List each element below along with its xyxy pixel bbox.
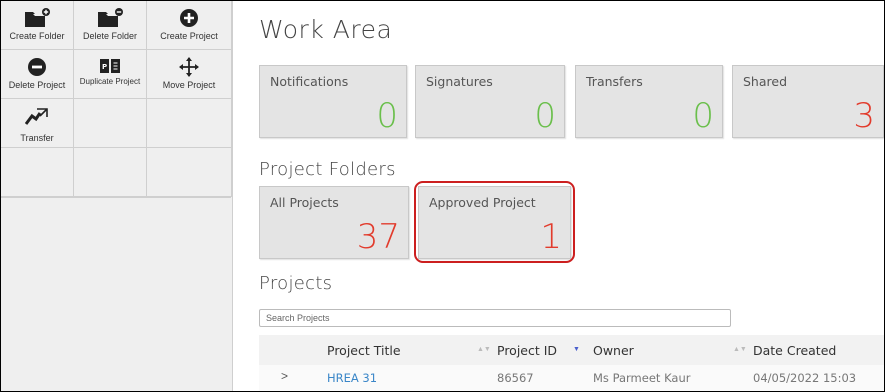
delete-project-button[interactable]: Delete Project bbox=[1, 50, 74, 99]
card-label: Notifications bbox=[270, 74, 349, 89]
card-count: 37 bbox=[356, 217, 400, 257]
card-label: Transfers bbox=[586, 74, 643, 89]
project-folders-heading: Project Folders bbox=[259, 159, 396, 180]
delete-project-label: Delete Project bbox=[8, 80, 66, 90]
transfers-card[interactable]: Transfers 0 bbox=[575, 65, 723, 138]
duplicate-project-button[interactable]: P Duplicate Project bbox=[74, 50, 147, 99]
owner-cell: Ms Parmeet Kaur bbox=[593, 371, 691, 385]
toolbar-blank-area bbox=[1, 197, 231, 391]
card-count: 0 bbox=[534, 96, 556, 136]
toolbar-empty-cell bbox=[74, 99, 147, 148]
folder-minus-icon bbox=[74, 7, 146, 29]
create-folder-label: Create Folder bbox=[9, 31, 65, 41]
create-project-label: Create Project bbox=[160, 31, 218, 41]
projects-heading: Projects bbox=[259, 273, 333, 294]
card-label: Signatures bbox=[426, 74, 493, 89]
search-projects-input[interactable] bbox=[259, 309, 731, 327]
projects-table-header: Project Title ▲▼ Project ID ▼ Owner ▲▼ D… bbox=[259, 335, 884, 366]
duplicate-icon: P bbox=[74, 56, 146, 78]
delete-folder-label: Delete Folder bbox=[82, 31, 138, 41]
page-title: Work Area bbox=[259, 15, 393, 44]
card-label: Shared bbox=[743, 74, 788, 89]
transfer-label: Transfer bbox=[20, 133, 54, 143]
transfer-icon bbox=[1, 105, 73, 127]
duplicate-project-label: Duplicate Project bbox=[79, 77, 141, 86]
sort-icon[interactable]: ▲▼ bbox=[733, 346, 747, 353]
date-created-cell: 04/05/2022 15:03 bbox=[753, 371, 857, 385]
approved-project-card[interactable]: Approved Project 1 bbox=[418, 186, 571, 259]
minus-circle-icon bbox=[1, 56, 73, 78]
column-header-project-id[interactable]: Project ID bbox=[497, 343, 557, 358]
column-header-date-created[interactable]: Date Created bbox=[753, 343, 836, 358]
toolbar-empty-cell bbox=[147, 99, 232, 148]
shared-card[interactable]: Shared 3 bbox=[732, 65, 884, 138]
card-count: 0 bbox=[692, 96, 714, 136]
delete-folder-button[interactable]: Delete Folder bbox=[74, 1, 147, 50]
sort-icon[interactable]: ▲▼ bbox=[477, 346, 491, 353]
card-count: 1 bbox=[540, 217, 562, 257]
project-toolbar: Create Folder Delete Folder Create Proje… bbox=[1, 1, 233, 391]
plus-circle-icon bbox=[147, 7, 231, 29]
create-project-button[interactable]: Create Project bbox=[147, 1, 232, 50]
main-content: Work Area Notifications 0 Signatures 0 T… bbox=[233, 1, 884, 391]
toolbar-empty-cell bbox=[1, 148, 74, 197]
notifications-card[interactable]: Notifications 0 bbox=[259, 65, 407, 138]
sort-desc-icon[interactable]: ▼ bbox=[573, 346, 580, 353]
column-header-project-title[interactable]: Project Title bbox=[327, 343, 401, 358]
card-label: All Projects bbox=[270, 195, 339, 210]
move-arrows-icon bbox=[147, 56, 231, 78]
project-id-cell: 86567 bbox=[497, 371, 534, 385]
expand-row-chevron-icon[interactable]: > bbox=[281, 369, 288, 383]
project-title-link[interactable]: HREA 31 bbox=[327, 371, 377, 385]
app-window: Create Folder Delete Folder Create Proje… bbox=[0, 0, 885, 392]
card-count: 0 bbox=[376, 96, 398, 136]
folder-plus-icon bbox=[1, 7, 73, 29]
column-header-owner[interactable]: Owner bbox=[593, 343, 634, 358]
toolbar-empty-cell bbox=[147, 148, 232, 197]
all-projects-card[interactable]: All Projects 37 bbox=[259, 186, 409, 259]
table-row[interactable]: > HREA 31 86567 Ms Parmeet Kaur 04/05/20… bbox=[259, 365, 884, 391]
card-label: Approved Project bbox=[429, 195, 536, 210]
toolbar-empty-cell bbox=[74, 148, 147, 197]
move-project-label: Move Project bbox=[162, 80, 216, 90]
signatures-card[interactable]: Signatures 0 bbox=[415, 65, 565, 138]
transfer-button[interactable]: Transfer bbox=[1, 99, 74, 148]
card-count: 3 bbox=[853, 96, 875, 136]
move-project-button[interactable]: Move Project bbox=[147, 50, 232, 99]
create-folder-button[interactable]: Create Folder bbox=[1, 1, 74, 50]
svg-text:P: P bbox=[102, 63, 107, 71]
